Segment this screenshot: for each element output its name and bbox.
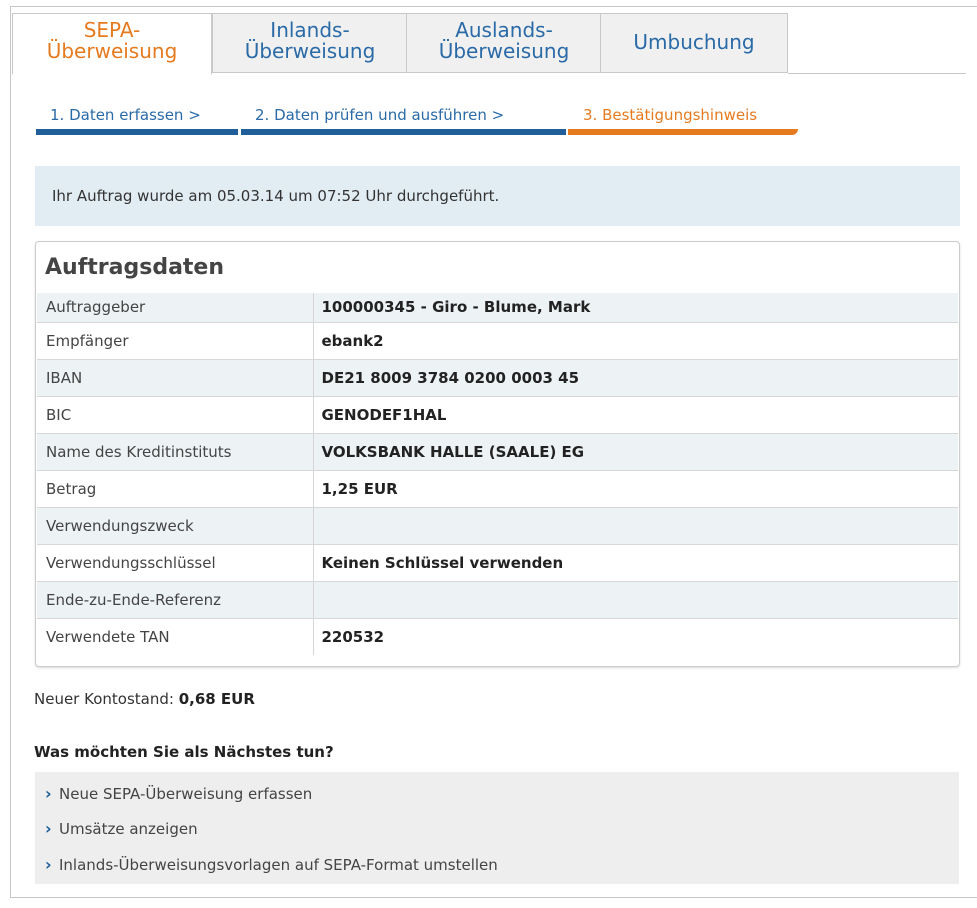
- action-label[interactable]: Umsätze anzeigen: [59, 820, 198, 838]
- tab-label: Umbuchung: [633, 30, 755, 54]
- chevron-right-icon: ›: [45, 819, 52, 838]
- chevron-right-icon: ›: [45, 784, 52, 803]
- action-label[interactable]: Neue SEPA-Überweisung erfassen: [59, 785, 312, 803]
- tab-label-line1: Inlands-: [270, 18, 350, 42]
- step-bar-3: [568, 129, 798, 135]
- confirmation-notice: Ihr Auftrag wurde am 05.03.14 um 07:52 U…: [35, 166, 960, 226]
- tabs-baseline: [788, 73, 966, 74]
- row-label: Ende-zu-Ende-Referenz: [37, 581, 314, 619]
- table-row: Empfänger ebank2: [37, 322, 958, 360]
- row-value: ebank2: [313, 322, 958, 360]
- table-row: Name des Kreditinstituts VOLKSBANK HALLE…: [37, 433, 958, 471]
- action-new-sepa-transfer[interactable]: › Neue SEPA-Überweisung erfassen: [45, 781, 312, 807]
- row-value: 100000345 - Giro - Blume, Mark: [313, 293, 958, 323]
- row-label: Auftraggeber: [37, 293, 314, 323]
- next-actions-list: › Neue SEPA-Überweisung erfassen › Umsätze…: [35, 772, 959, 884]
- row-value: GENODEF1HAL: [313, 396, 958, 434]
- order-data-panel: Auftragsdaten Auftraggeber 100000345 - G…: [35, 241, 960, 667]
- row-label: Name des Kreditinstituts: [37, 433, 314, 471]
- tab-label-line1: SEPA-: [83, 18, 141, 42]
- action-label[interactable]: Inlands-Überweisungsvorlagen auf SEPA-Fo…: [59, 856, 498, 874]
- new-balance: Neuer Kontostand: 0,68 EUR: [34, 690, 255, 708]
- row-label: Empfänger: [37, 322, 314, 360]
- table-row: Verwendete TAN 220532: [37, 618, 958, 655]
- transfer-tabs: SEPA- Überweisung Inlands- Überweisung A…: [12, 13, 965, 75]
- row-label: IBAN: [37, 359, 314, 397]
- step-bar-2: [241, 129, 566, 135]
- table-row: Verwendungsschlüssel Keinen Schlüssel ve…: [37, 544, 958, 582]
- tab-label-line2: Überweisung: [46, 39, 178, 63]
- row-label: BIC: [37, 396, 314, 434]
- row-label: Verwendungsschlüssel: [37, 544, 314, 582]
- row-value: 220532: [313, 618, 958, 655]
- chevron-right-icon: ›: [45, 855, 52, 874]
- table-row: Verwendungszweck: [37, 507, 958, 545]
- step-daten-erfassen: 1. Daten erfassen >: [50, 106, 201, 124]
- tab-auslands-ueberweisung[interactable]: Auslands- Überweisung: [406, 13, 602, 73]
- row-value: DE21 8009 3784 0200 0003 45: [313, 359, 958, 397]
- step-bestaetigungshinweis: 3. Bestätigungshinweis: [583, 106, 758, 124]
- row-value: Keinen Schlüssel verwenden: [313, 544, 958, 582]
- tab-umbuchung[interactable]: Umbuchung: [600, 13, 788, 73]
- row-value: [313, 507, 958, 545]
- tab-label-line2: Überweisung: [244, 39, 376, 63]
- progress-steps: 1. Daten erfassen > 2. Daten prüfen und …: [36, 103, 798, 141]
- table-row: Auftraggeber 100000345 - Giro - Blume, M…: [37, 293, 958, 323]
- action-convert-templates[interactable]: › Inlands-Überweisungsvorlagen auf SEPA-F…: [45, 852, 498, 878]
- action-show-transactions[interactable]: › Umsätze anzeigen: [45, 816, 198, 842]
- tab-label-line2: Überweisung: [438, 39, 570, 63]
- tab-inlands-ueberweisung[interactable]: Inlands- Überweisung: [212, 13, 408, 73]
- row-value: 1,25 EUR: [313, 470, 958, 508]
- table-row: Ende-zu-Ende-Referenz: [37, 581, 958, 619]
- next-actions-heading: Was möchten Sie als Nächstes tun?: [34, 743, 334, 761]
- row-value: VOLKSBANK HALLE (SAALE) EG: [313, 433, 958, 471]
- table-row: IBAN DE21 8009 3784 0200 0003 45: [37, 359, 958, 397]
- balance-label: Neuer Kontostand:: [34, 690, 174, 708]
- row-value: [313, 581, 958, 619]
- step-bar-1: [36, 129, 238, 135]
- row-label: Betrag: [37, 470, 314, 508]
- tab-sepa-ueberweisung[interactable]: SEPA- Überweisung: [12, 13, 212, 75]
- balance-value: 0,68 EUR: [178, 690, 255, 708]
- order-data-table: Auftraggeber 100000345 - Giro - Blume, M…: [37, 293, 958, 655]
- table-row: Betrag 1,25 EUR: [37, 470, 958, 508]
- row-label: Verwendungszweck: [37, 507, 314, 545]
- step-daten-pruefen: 2. Daten prüfen und ausführen >: [255, 106, 505, 124]
- table-row: BIC GENODEF1HAL: [37, 396, 958, 434]
- panel-title: Auftragsdaten: [45, 255, 225, 280]
- tab-label-line1: Auslands-: [455, 18, 553, 42]
- row-label: Verwendete TAN: [37, 618, 314, 655]
